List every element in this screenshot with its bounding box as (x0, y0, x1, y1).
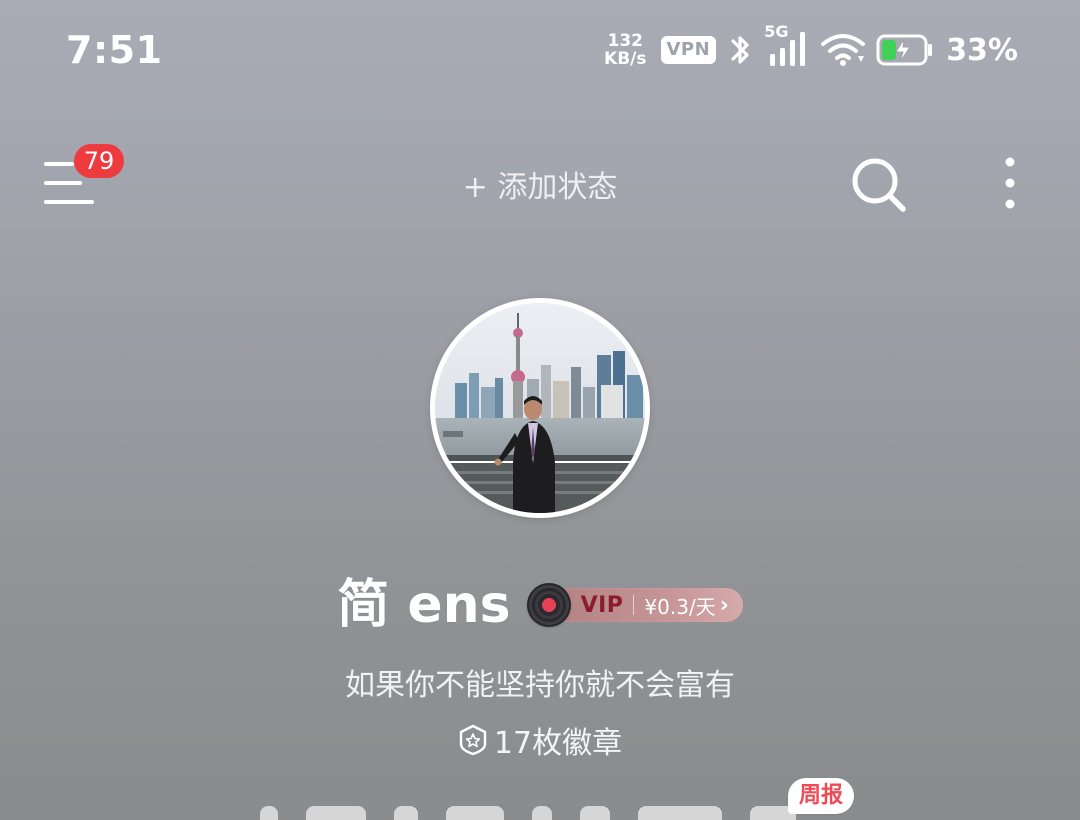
cellular-signal-icon: 5G (764, 22, 810, 70)
battery-percent: 33% (946, 32, 1018, 68)
stat-fragment (532, 806, 552, 820)
stat-fragment (580, 806, 610, 820)
vip-badge-button[interactable]: VIP ¥0.3/天 › (526, 583, 743, 627)
battery-charging-icon (876, 33, 934, 67)
chevron-right-icon: › (719, 592, 729, 618)
stat-fragment (260, 806, 278, 820)
search-button[interactable] (850, 156, 908, 214)
vinyl-disc-icon (526, 583, 571, 627)
stat-fragment (446, 806, 504, 820)
stats-row-cutoff (260, 806, 880, 820)
wifi-icon (820, 32, 866, 68)
vip-divider (633, 595, 635, 615)
search-icon (852, 158, 906, 212)
status-time: 7:51 (66, 28, 163, 72)
badge-medal-icon (459, 724, 487, 756)
net-speed: 132 KB/s (604, 32, 646, 68)
add-status-button[interactable]: + 添加状态 (0, 162, 1080, 206)
more-vertical-icon (1005, 157, 1015, 209)
avatar-photo (435, 303, 645, 513)
profile-bio[interactable]: 如果你不能坚持你就不会富有 (0, 660, 1080, 704)
more-options-button[interactable] (998, 156, 1022, 212)
vip-pill: VIP ¥0.3/天 › (558, 588, 743, 622)
network-type-label: 5G (764, 22, 789, 41)
stat-fragment (638, 806, 722, 820)
net-speed-value: 132 (607, 31, 644, 51)
stat-fragment (306, 806, 366, 820)
badges-count: 17枚徽章 (493, 726, 623, 761)
vip-label: VIP (580, 592, 624, 618)
vip-price: ¥0.3/天 (644, 594, 716, 619)
badges-link[interactable]: 17枚徽章 (0, 718, 1080, 762)
bluetooth-icon (726, 32, 754, 68)
vpn-badge: VPN (660, 36, 717, 64)
profile-avatar[interactable] (430, 298, 650, 518)
profile-screen: 7:51 132 KB/s VPN 5G 33% 79 + 添加状态 简 ens… (0, 0, 1080, 820)
net-speed-unit: KB/s (604, 49, 647, 69)
stat-fragment (750, 806, 796, 820)
stat-fragment (394, 806, 418, 820)
status-icons: 132 KB/s VPN 5G 33% (604, 22, 1018, 72)
name-row: 简 ens VIP ¥0.3/天 › (0, 574, 1080, 636)
username: 简 ens (337, 575, 511, 635)
